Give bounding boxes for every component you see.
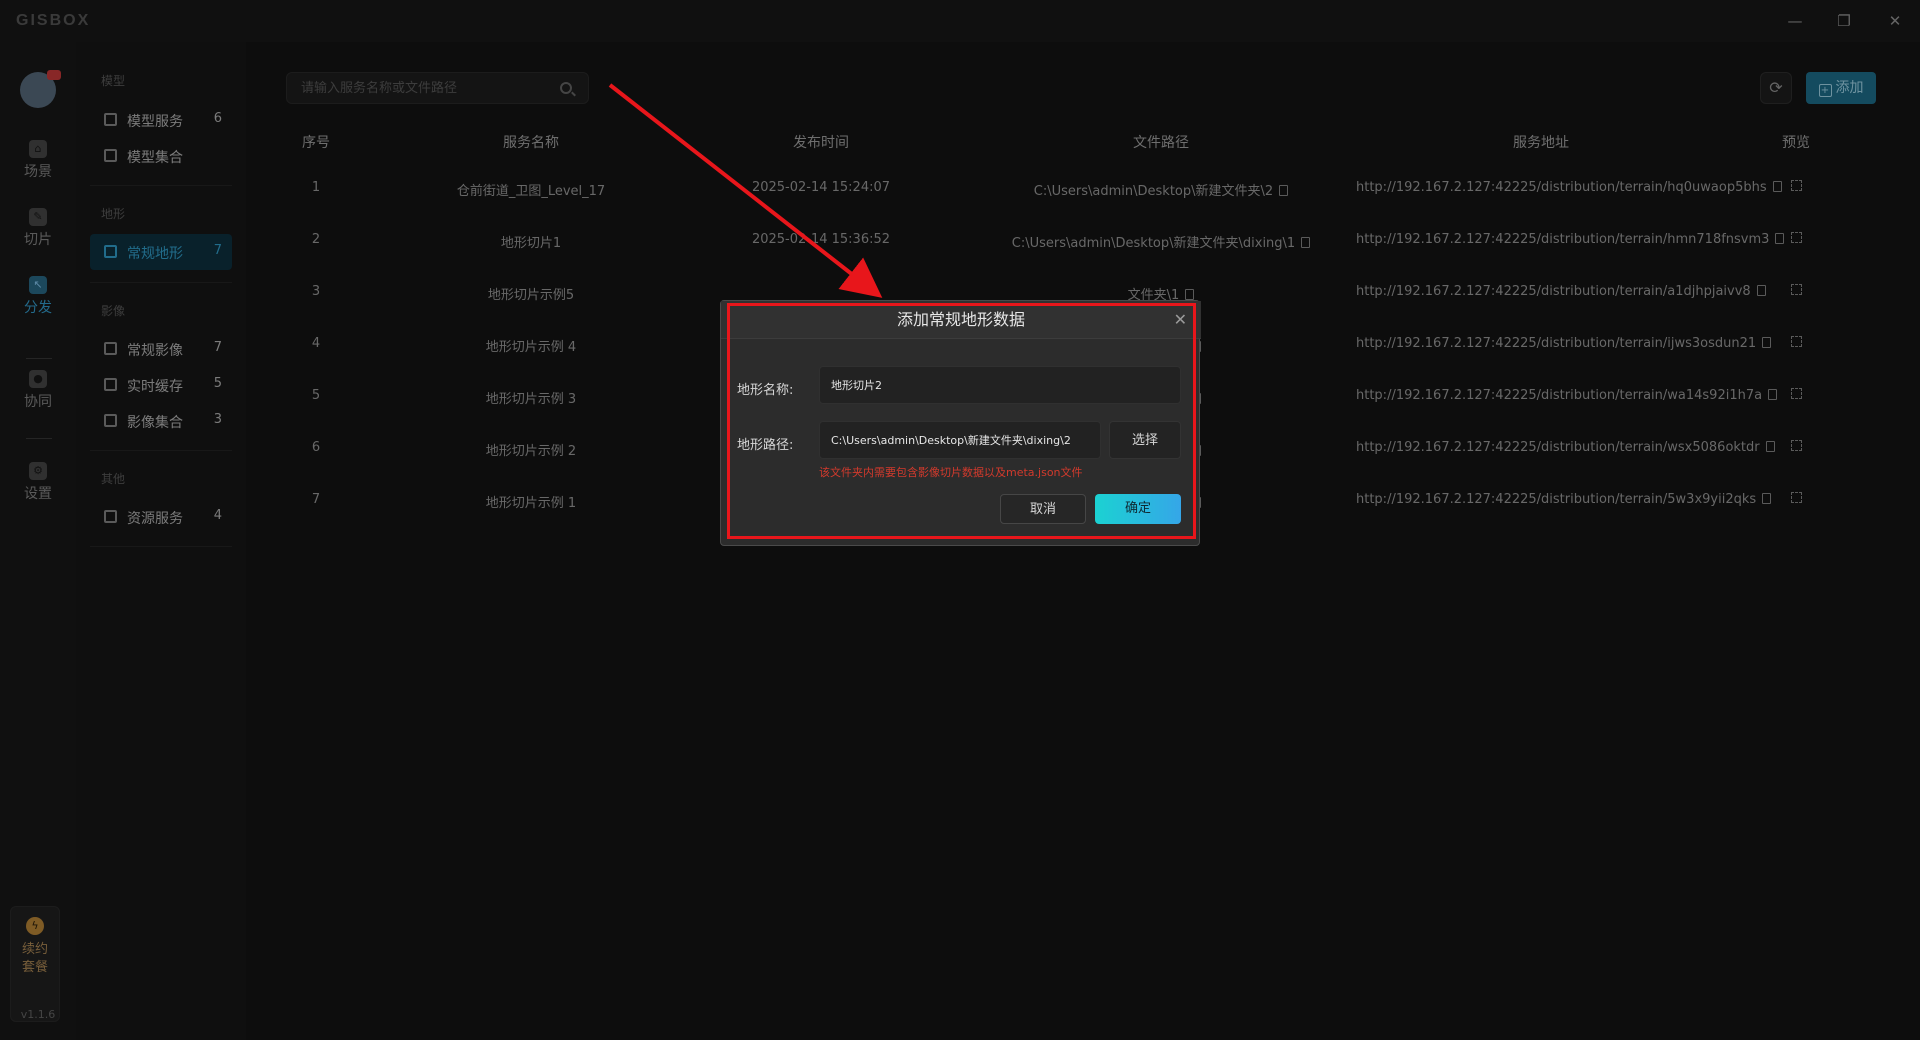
highlight-box bbox=[727, 303, 1196, 539]
